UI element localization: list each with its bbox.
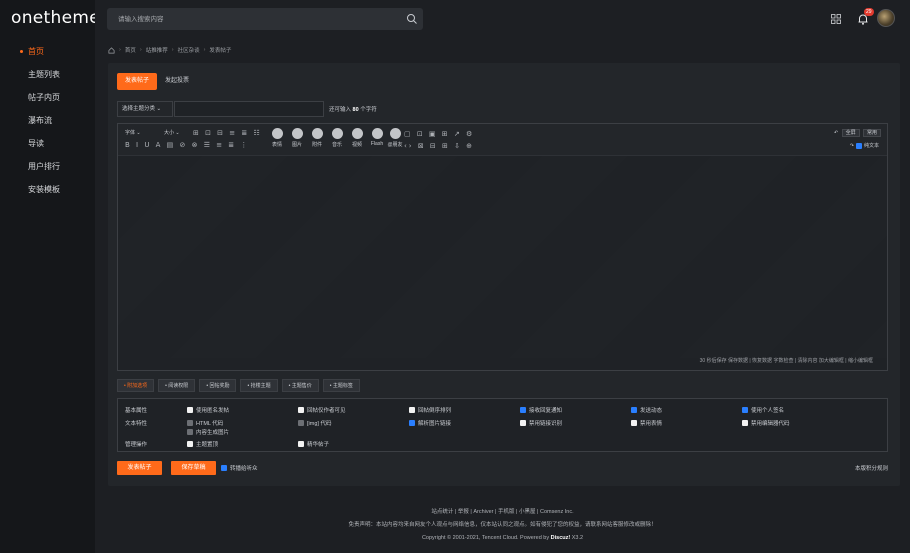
post-panel: 发表帖子 发起投票 选择主题分类 ⌄ 还可输入 80 个字符 字体 ⌄ 大小 ⌄… — [108, 63, 900, 486]
notification-button[interactable]: 29 — [856, 8, 874, 26]
extra-buttons-2[interactable]: ‹› ⊠ ⊟ ⊞ ⇩ ⊕ — [404, 142, 474, 150]
grid-icon[interactable] — [831, 14, 841, 24]
option-reply-notify[interactable]: 接收回复通知 — [520, 406, 562, 414]
common-button[interactable]: 常用 — [862, 129, 881, 137]
breadcrumb-item[interactable]: 站推推荐 — [146, 46, 168, 54]
option-no-smiley[interactable]: 禁用表情 — [631, 419, 662, 427]
notification-badge: 29 — [864, 8, 874, 16]
option-no-link[interactable]: 禁用链接识别 — [520, 419, 562, 427]
broadcast-option[interactable]: 转播给听众 — [221, 464, 258, 472]
save-draft-button[interactable]: 保存草稿 — [171, 461, 216, 475]
option-author-only[interactable]: 回帖仅作者可见 — [298, 406, 346, 414]
avatar[interactable] — [877, 9, 895, 27]
plain-text-toggle[interactable]: ↷ 纯文本 — [850, 142, 879, 149]
editor-toolbar: 字体 ⌄ 大小 ⌄ B I U A ▤ ⊘ ⊗ ☰ ≡ ≣ ⋮ ⊞ ⊡ ⊟ ≡ … — [118, 124, 887, 156]
extra-buttons[interactable]: ▢ ⊡ ▣ ⊞ ↗ ⚙ — [404, 130, 474, 138]
submit-post-button[interactable]: 发表帖子 — [117, 461, 162, 475]
breadcrumb-item[interactable]: 社区杂谈 — [178, 46, 200, 54]
editor-textarea[interactable] — [118, 156, 887, 358]
char-hint: 还可输入 80 个字符 — [329, 107, 377, 113]
option-content-image[interactable]: 内容生成图片 — [187, 428, 229, 436]
options-basic-row: 基本属性 使用匿名发帖 回帖仅作者可见 回帖倒序排列 接收回复通知 发送动态 使… — [125, 406, 785, 414]
tab-vote[interactable]: 发起投票 — [157, 73, 197, 90]
flash-icon — [371, 128, 383, 139]
sidebar-item-post-page[interactable]: 帖子内页 — [0, 86, 95, 109]
size-select[interactable]: 大小 ⌄ — [164, 129, 180, 137]
topic-select[interactable]: 选择主题分类 ⌄ — [117, 101, 173, 117]
sidebar-item-waterfall[interactable]: 瀑布流 — [0, 109, 95, 132]
sidebar-item-topic-list[interactable]: 主题列表 — [0, 63, 95, 86]
tab-topic-tags[interactable]: • 主题标签 — [322, 379, 360, 392]
breadcrumb-item[interactable]: 首页 — [125, 46, 136, 54]
option-digest[interactable]: 精华帖子 — [298, 440, 329, 448]
editor-status[interactable]: 30 秒后保存 保存数据 | 恢复数据 字数检查 | 清除内容 加大编辑框 | … — [700, 357, 873, 364]
option-parse-image[interactable]: 解析图片链接 — [409, 419, 451, 427]
option-no-code[interactable]: 禁用编辑器代码 — [742, 419, 790, 427]
image-icon — [291, 128, 303, 139]
options-box: 基本属性 使用匿名发帖 回帖仅作者可见 回帖倒序排列 接收回复通知 发送动态 使… — [117, 398, 888, 452]
topbar: 29 — [95, 0, 910, 38]
sidebar-item-user-rank[interactable]: 用户排行 — [0, 155, 95, 178]
tab-floor-topic[interactable]: • 抢楼主题 — [240, 379, 278, 392]
sidebar: onetheme 首页 主题列表 帖子内页 瀑布流 导读 用户排行 安装模板 — [0, 0, 100, 553]
option-tabs: • 附加选项 • 阅读权限 • 回帖奖励 • 抢楼主题 • 主题售价 • 主题标… — [117, 379, 360, 392]
tab-post[interactable]: 发表帖子 — [117, 73, 158, 90]
options-manage-row: 管理操作 主题置顶 精华帖子 — [125, 440, 330, 448]
search-icon[interactable] — [406, 13, 418, 25]
at-icon — [389, 128, 401, 139]
option-signature[interactable]: 使用个人签名 — [742, 406, 784, 414]
align-buttons[interactable]: ⊞ ⊡ ⊟ ≡ ≣ ☷ — [193, 129, 262, 137]
attachment-icon — [311, 128, 323, 139]
sidebar-item-home[interactable]: 首页 — [0, 40, 95, 63]
format-buttons[interactable]: B I U A ▤ ⊘ ⊗ ☰ ≡ ≣ ⋮ — [125, 141, 249, 149]
footer-disclaimer: 免责声明：本站内容均来自网友个人观点与网络信息，仅本站认同之观点。如有侵犯了您的… — [348, 522, 657, 528]
smiley-icon — [271, 128, 283, 139]
option-anonymous[interactable]: 使用匿名发帖 — [187, 406, 229, 414]
redo-icon[interactable]: ↷ — [850, 143, 854, 149]
tab-reply-reward[interactable]: • 回帖奖励 — [199, 379, 237, 392]
options-text-row: 文本特性 HTML 代码 [img] 代码 解析图片链接 禁用链接识别 禁用表情… — [125, 419, 790, 436]
music-icon — [331, 128, 343, 139]
title-input[interactable] — [174, 101, 324, 117]
undo-icon[interactable]: ↶ — [834, 130, 838, 136]
sidebar-item-guide[interactable]: 导读 — [0, 132, 95, 155]
footer-links[interactable]: 站点统计 | 举报 | Archiver | 手机版 | 小黑屋 | Comse… — [95, 506, 910, 519]
footer: 站点统计 | 举报 | Archiver | 手机版 | 小黑屋 | Comse… — [95, 506, 910, 545]
breadcrumb-item: 发表帖子 — [209, 48, 232, 54]
logo[interactable]: onetheme — [11, 8, 100, 28]
home-icon[interactable] — [108, 46, 115, 54]
plain-text-checkbox[interactable] — [855, 142, 862, 149]
option-sticky[interactable]: 主题置顶 — [187, 440, 218, 448]
option-img[interactable]: [img] 代码 — [298, 419, 331, 427]
font-select[interactable]: 字体 ⌄ — [125, 129, 141, 137]
search-input[interactable] — [116, 12, 386, 26]
option-html[interactable]: HTML 代码 — [187, 419, 223, 427]
rules-link[interactable]: 本版积分规则 — [855, 464, 888, 472]
fullscreen-button[interactable]: 全屏 — [841, 129, 860, 137]
option-send-feed[interactable]: 发送动态 — [631, 406, 662, 414]
breadcrumb: › 首页 › 站推推荐 › 社区杂谈 › 发表帖子 — [108, 46, 231, 54]
toolbar-right: ↶ 全屏 常用 — [834, 129, 881, 137]
tab-read-permission[interactable]: • 阅读权限 — [158, 379, 196, 392]
tab-extra-options[interactable]: • 附加选项 — [117, 379, 155, 392]
footer-copyright: Copyright © 2001-2021, Tencent Cloud. Po… — [421, 535, 584, 541]
sidebar-item-install-template[interactable]: 安装模板 — [0, 178, 95, 201]
search-box — [107, 8, 423, 30]
sidebar-nav: 首页 主题列表 帖子内页 瀑布流 导读 用户排行 安装模板 — [0, 40, 95, 201]
option-reverse-order[interactable]: 回帖倒序排列 — [409, 406, 451, 414]
tab-topic-price[interactable]: • 主题售价 — [281, 379, 319, 392]
video-icon — [351, 128, 363, 139]
editor: 字体 ⌄ 大小 ⌄ B I U A ▤ ⊘ ⊗ ☰ ≡ ≣ ⋮ ⊞ ⊡ ⊟ ≡ … — [117, 123, 888, 371]
